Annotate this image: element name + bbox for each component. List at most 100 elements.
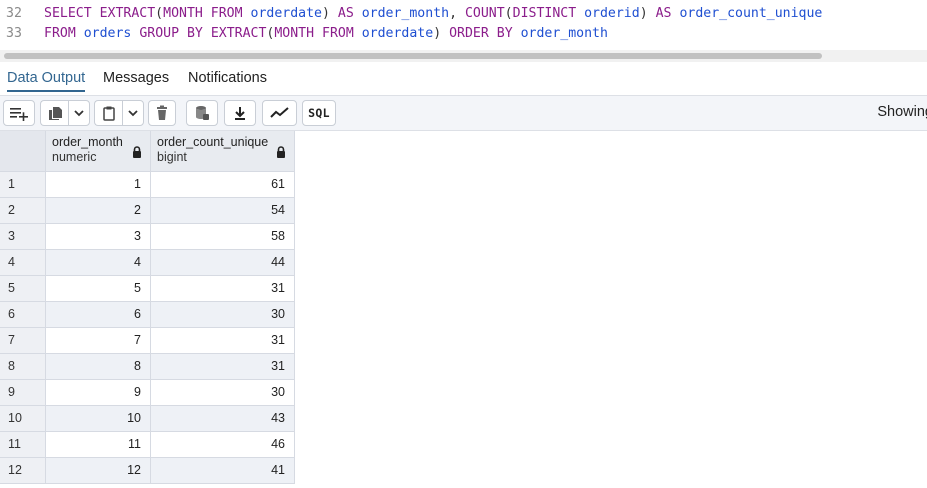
row-number[interactable]: 4 bbox=[0, 250, 46, 276]
cell-order-month[interactable]: 8 bbox=[46, 354, 151, 380]
row-number[interactable]: 5 bbox=[0, 276, 46, 302]
cell-order-count-unique[interactable]: 43 bbox=[151, 406, 295, 432]
column-header-order-month[interactable]: order_month numeric bbox=[46, 131, 151, 172]
row-number[interactable]: 3 bbox=[0, 224, 46, 250]
cell-order-month[interactable]: 10 bbox=[46, 406, 151, 432]
copy-icon bbox=[48, 107, 62, 120]
cell-order-count-unique[interactable]: 54 bbox=[151, 198, 295, 224]
scrollbar-thumb[interactable] bbox=[4, 53, 822, 59]
paste-options-button[interactable] bbox=[122, 100, 144, 126]
code-text[interactable]: FROM orders GROUP BY EXTRACT(MONTH FROM … bbox=[34, 24, 608, 44]
save-data-button[interactable] bbox=[186, 100, 218, 126]
row-number[interactable]: 6 bbox=[0, 302, 46, 328]
cell-order-month[interactable]: 2 bbox=[46, 198, 151, 224]
paste-button[interactable] bbox=[94, 100, 122, 126]
add-row-button[interactable] bbox=[3, 100, 35, 126]
column-name: order_month bbox=[52, 135, 123, 149]
cell-order-month[interactable]: 6 bbox=[46, 302, 151, 328]
tab-data-output[interactable]: Data Output bbox=[7, 70, 86, 92]
sql-keyword: FROM bbox=[210, 6, 243, 21]
download-icon bbox=[235, 107, 245, 120]
cell-order-count-unique[interactable]: 61 bbox=[151, 172, 295, 198]
cell-order-month[interactable]: 4 bbox=[46, 250, 151, 276]
cell-order-count-unique[interactable]: 30 bbox=[151, 380, 295, 406]
line-number: 32 bbox=[6, 6, 22, 21]
column-type: bigint bbox=[157, 150, 187, 164]
row-number[interactable]: 1 bbox=[0, 172, 46, 198]
sql-keyword: AS bbox=[337, 6, 354, 21]
sql-identifier: orders bbox=[83, 26, 132, 41]
delete-button[interactable] bbox=[148, 100, 176, 126]
row-number[interactable]: 10 bbox=[0, 406, 46, 432]
add-row-icon bbox=[10, 108, 28, 121]
sql-keyword: EXTRACT bbox=[210, 26, 267, 41]
horizontal-scrollbar[interactable] bbox=[0, 50, 927, 62]
sql-identifier: orderdate bbox=[361, 26, 434, 41]
chevron-down-icon bbox=[128, 110, 138, 117]
cell-order-count-unique[interactable]: 31 bbox=[151, 328, 295, 354]
delete-icon bbox=[157, 105, 167, 120]
sql-identifier: order_month bbox=[520, 26, 608, 41]
sql-keyword: AS bbox=[655, 6, 672, 21]
row-number[interactable]: 12 bbox=[0, 458, 46, 484]
lock-icon bbox=[133, 146, 141, 158]
line-number: 33 bbox=[6, 26, 22, 41]
cell-order-month[interactable]: 12 bbox=[46, 458, 151, 484]
paste-icon bbox=[102, 106, 115, 121]
sql-button[interactable]: SQL bbox=[302, 100, 336, 126]
row-number[interactable]: 9 bbox=[0, 380, 46, 406]
query-editor[interactable]: 32 SELECT EXTRACT(MONTH FROM orderdate) A… bbox=[0, 0, 927, 46]
sql-identifier: orderdate bbox=[250, 6, 322, 21]
row-number[interactable]: 11 bbox=[0, 432, 46, 458]
column-header-order-count-unique[interactable]: order_count_unique bigint bbox=[151, 131, 295, 172]
output-tabs: Data Output Messages Notifications bbox=[0, 64, 927, 96]
grid-corner[interactable] bbox=[0, 131, 46, 172]
graph-visualiser-button[interactable] bbox=[262, 100, 297, 126]
sql-identifier: order_month bbox=[361, 6, 450, 21]
cell-order-count-unique[interactable]: 58 bbox=[151, 224, 295, 250]
cell-order-month[interactable]: 11 bbox=[46, 432, 151, 458]
sql-token: ( bbox=[504, 6, 513, 21]
sql-keyword: MONTH bbox=[163, 6, 203, 21]
download-button[interactable] bbox=[224, 100, 256, 126]
sql-keyword: GROUP bbox=[139, 26, 180, 41]
sql-keyword: DISTINCT bbox=[512, 6, 577, 21]
sql-keyword: COUNT bbox=[464, 6, 505, 21]
cell-order-count-unique[interactable]: 46 bbox=[151, 432, 295, 458]
copy-options-button[interactable] bbox=[68, 100, 90, 126]
code-line[interactable]: 33 FROM orders GROUP BY EXTRACT(MONTH FRO… bbox=[0, 24, 608, 44]
cell-order-month[interactable]: 7 bbox=[46, 328, 151, 354]
cell-order-month[interactable]: 5 bbox=[46, 276, 151, 302]
cell-order-month[interactable]: 1 bbox=[46, 172, 151, 198]
cell-order-count-unique[interactable]: 41 bbox=[151, 458, 295, 484]
row-number[interactable]: 2 bbox=[0, 198, 46, 224]
code-text[interactable]: SELECT EXTRACT(MONTH FROM orderdate) AS … bbox=[34, 4, 822, 24]
tab-notifications[interactable]: Notifications bbox=[188, 70, 267, 86]
row-number[interactable]: 8 bbox=[0, 354, 46, 380]
sql-identifier: order_count_unique bbox=[679, 6, 823, 21]
cell-order-month[interactable]: 9 bbox=[46, 380, 151, 406]
cell-order-month[interactable]: 3 bbox=[46, 224, 151, 250]
copy-button[interactable] bbox=[40, 100, 68, 126]
tab-messages[interactable]: Messages bbox=[103, 70, 169, 86]
cell-order-count-unique[interactable]: 44 bbox=[151, 250, 295, 276]
sql-token: ) bbox=[639, 6, 648, 21]
sql-keyword: MONTH bbox=[274, 26, 315, 41]
cell-order-count-unique[interactable]: 31 bbox=[151, 276, 295, 302]
sql-token: ) bbox=[321, 6, 330, 21]
cell-order-count-unique[interactable]: 30 bbox=[151, 302, 295, 328]
row-number[interactable]: 7 bbox=[0, 328, 46, 354]
cell-order-count-unique[interactable]: 31 bbox=[151, 354, 295, 380]
code-line[interactable]: 32 SELECT EXTRACT(MONTH FROM orderdate) A… bbox=[0, 4, 822, 24]
lock-icon bbox=[277, 146, 285, 158]
